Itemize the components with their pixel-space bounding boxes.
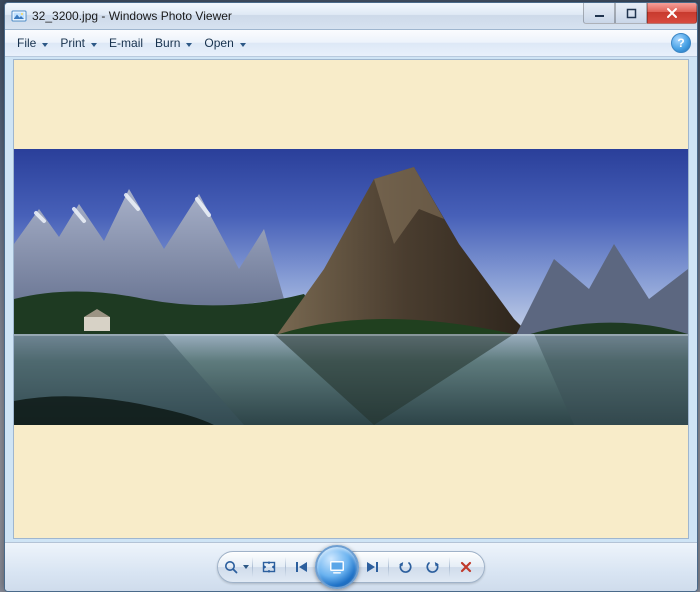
image-viewport: [13, 59, 689, 539]
zoom-button[interactable]: [222, 553, 250, 581]
magnifier-icon: [223, 559, 241, 575]
menu-email[interactable]: E-mail: [103, 31, 149, 55]
menu-print[interactable]: Print: [54, 31, 103, 55]
menu-label: File: [17, 36, 36, 50]
fit-window-icon: [261, 559, 277, 575]
previous-icon: [294, 560, 310, 574]
minimize-button[interactable]: [583, 3, 615, 24]
control-bar: [5, 542, 697, 591]
menu-burn[interactable]: Burn: [149, 31, 198, 55]
separator: [388, 557, 389, 577]
delete-icon: [459, 560, 473, 574]
menu-label: Burn: [155, 36, 180, 50]
photo-viewer-window: 32_3200.jpg - Windows Photo Viewer File …: [4, 2, 698, 592]
chevron-down-icon: [186, 36, 192, 50]
maximize-button[interactable]: [615, 3, 647, 24]
help-icon: ?: [677, 36, 684, 50]
help-button[interactable]: ?: [671, 33, 691, 53]
menubar: File Print E-mail Burn Open ?: [5, 30, 697, 57]
rotate-ccw-icon: [397, 559, 413, 575]
next-button[interactable]: [358, 553, 386, 581]
separator: [252, 557, 253, 577]
rotate-cw-button[interactable]: [419, 553, 447, 581]
slideshow-button[interactable]: [315, 545, 359, 589]
chevron-down-icon: [91, 36, 97, 50]
chevron-down-icon: [240, 36, 246, 50]
next-icon: [364, 560, 380, 574]
displayed-image: [14, 149, 688, 425]
rotate-cw-icon: [425, 559, 441, 575]
slideshow-icon: [327, 559, 347, 575]
titlebar[interactable]: 32_3200.jpg - Windows Photo Viewer: [5, 3, 697, 30]
previous-button[interactable]: [288, 553, 316, 581]
close-button[interactable]: [647, 3, 697, 24]
chevron-down-icon: [243, 565, 249, 569]
menu-file[interactable]: File: [11, 31, 54, 55]
window-buttons: [583, 3, 697, 23]
app-icon: [11, 8, 27, 24]
chevron-down-icon: [42, 36, 48, 50]
separator: [285, 557, 286, 577]
menu-open[interactable]: Open: [198, 31, 251, 55]
menu-label: E-mail: [109, 36, 143, 50]
control-group: [217, 551, 485, 583]
menu-label: Open: [204, 36, 233, 50]
separator: [449, 557, 450, 577]
rotate-ccw-button[interactable]: [391, 553, 419, 581]
menu-label: Print: [60, 36, 85, 50]
delete-button[interactable]: [452, 553, 480, 581]
window-title: 32_3200.jpg - Windows Photo Viewer: [32, 9, 232, 23]
fit-button[interactable]: [255, 553, 283, 581]
